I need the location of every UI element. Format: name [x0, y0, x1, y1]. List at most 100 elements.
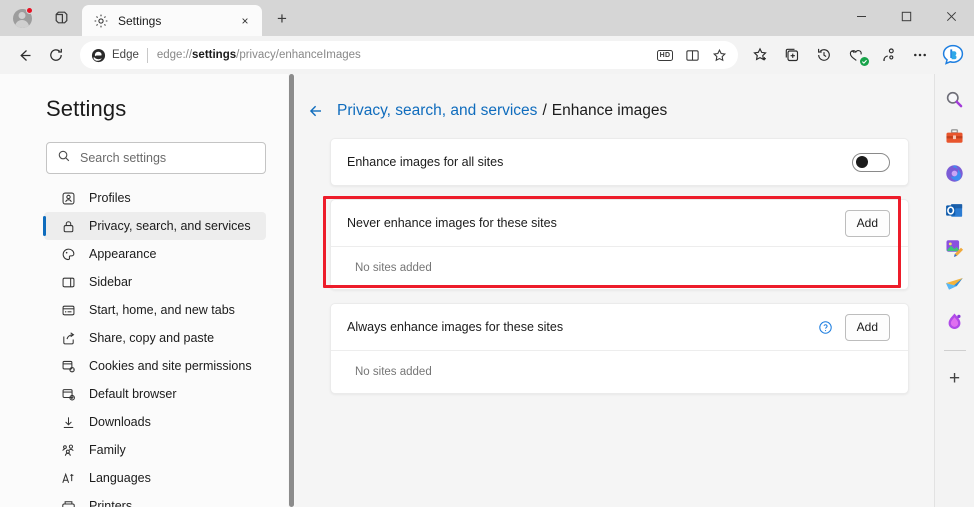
settings-more-icon[interactable]: [904, 40, 936, 70]
profile-button[interactable]: [0, 0, 44, 36]
tab-actions-icon[interactable]: [44, 0, 78, 36]
url-text: edge://settings/privacy/enhanceImages: [157, 49, 648, 61]
settings-content: Privacy, search, and services / Enhance …: [295, 74, 934, 507]
edge-logo-icon: [91, 48, 106, 63]
card-label: Enhance images for all sites: [347, 155, 504, 169]
card-enhance-all-sites: Enhance images for all sites: [330, 138, 909, 186]
new-tab-button[interactable]: +: [267, 4, 297, 34]
help-circle-icon[interactable]: [818, 320, 833, 335]
sidebar-item-label: Profiles: [89, 191, 131, 205]
languages-icon: [60, 470, 77, 487]
url-bold: settings: [192, 49, 237, 61]
share-profile-icon[interactable]: [872, 40, 904, 70]
back-icon[interactable]: [8, 40, 40, 70]
browser-tabs-add-icon[interactable]: [776, 40, 808, 70]
empty-state-text: No sites added: [331, 350, 908, 393]
empty-state-text: No sites added: [331, 246, 908, 289]
hd-icon[interactable]: HD: [652, 43, 678, 67]
printer-icon: [60, 498, 77, 507]
sidebar-item-privacy-search-services[interactable]: Privacy, search, and services: [43, 212, 266, 240]
sidebar-item-profiles[interactable]: Profiles: [44, 184, 266, 212]
card-label: Never enhance images for these sites: [347, 216, 557, 230]
drop-icon[interactable]: [942, 308, 968, 334]
favorite-star-icon[interactable]: [706, 43, 732, 67]
address-bar-actions: HD: [652, 43, 732, 67]
image-designer-icon[interactable]: [942, 234, 968, 260]
settings-nav-list: Profiles Privacy, search, and services A…: [0, 184, 288, 507]
copilot-icon[interactable]: [936, 40, 970, 70]
sidebar-item-printers[interactable]: Printers: [44, 492, 266, 507]
family-icon: [60, 442, 77, 459]
search-input[interactable]: [80, 151, 255, 165]
breadcrumb: Privacy, search, and services / Enhance …: [295, 102, 934, 120]
hd-badge-label: HD: [656, 49, 674, 61]
settings-cards: Enhance images for all sites Never enhan…: [295, 138, 934, 394]
browser-toolbar: Edge edge://settings/privacy/enhanceImag…: [0, 36, 974, 74]
breadcrumb-current: Enhance images: [551, 102, 668, 119]
edge-label: Edge: [112, 49, 139, 61]
sidebar-item-share-copy-paste[interactable]: Share, copy and paste: [44, 324, 266, 352]
card-header-row: Never enhance images for these sites Add: [331, 200, 908, 246]
search-settings-box[interactable]: [46, 142, 266, 174]
enhance-images-toggle[interactable]: [852, 152, 890, 172]
window-controls: [839, 0, 974, 33]
cookies-icon: [60, 358, 77, 375]
sidebar-item-sidebar[interactable]: Sidebar: [44, 268, 266, 296]
sidebar-item-label: Share, copy and paste: [89, 331, 215, 345]
sidebar-item-label: Cookies and site permissions: [89, 359, 252, 373]
tab-title: Settings: [118, 13, 162, 28]
toggle-knob: [856, 156, 868, 168]
url-suffix: /privacy/enhanceImages: [236, 49, 361, 61]
sidebar-item-appearance[interactable]: Appearance: [44, 240, 266, 268]
add-never-enhance-button[interactable]: Add: [844, 209, 890, 237]
sidebar-item-languages[interactable]: Languages: [44, 464, 266, 492]
refresh-icon[interactable]: [40, 40, 72, 70]
sidebar-item-cookies-site-permissions[interactable]: Cookies and site permissions: [44, 352, 266, 380]
search-icon[interactable]: [942, 86, 968, 112]
sidebar-item-downloads[interactable]: Downloads: [44, 408, 266, 436]
games-icon[interactable]: [942, 271, 968, 297]
sidebar-item-label: Default browser: [89, 387, 177, 401]
sidebar-item-start-home-new-tabs[interactable]: Start, home, and new tabs: [44, 296, 266, 324]
tools-icon[interactable]: [942, 123, 968, 149]
split-screen-icon[interactable]: [679, 43, 705, 67]
sidebar-item-label: Privacy, search, and services: [89, 219, 251, 233]
sidebar-item-label: Family: [89, 443, 126, 457]
page-scrollbar[interactable]: [288, 74, 295, 507]
gear-icon: [93, 13, 109, 29]
sidebar-item-label: Sidebar: [89, 275, 133, 289]
sidebar-icon: [60, 274, 77, 291]
scrollbar-thumb[interactable]: [289, 74, 294, 507]
outlook-icon[interactable]: [942, 197, 968, 223]
add-always-enhance-button[interactable]: Add: [844, 313, 890, 341]
collections-add-icon[interactable]: [744, 40, 776, 70]
history-icon[interactable]: [808, 40, 840, 70]
breadcrumb-parent-link[interactable]: Privacy, search, and services: [337, 102, 537, 120]
maximize-icon[interactable]: [884, 0, 929, 33]
sidebar-item-label: Appearance: [89, 247, 157, 261]
add-sidebar-app-button[interactable]: +: [942, 365, 968, 391]
palette-icon: [60, 246, 77, 263]
minimize-icon[interactable]: [839, 0, 884, 33]
sidebar-item-default-browser[interactable]: Default browser: [44, 380, 266, 408]
sidebar-item-label: Languages: [89, 471, 151, 485]
url-prefix: edge://: [156, 49, 193, 61]
notification-dot-icon: [26, 7, 33, 14]
back-arrow-icon[interactable]: [307, 102, 325, 120]
address-bar[interactable]: Edge edge://settings/privacy/enhanceImag…: [80, 41, 738, 69]
default-browser-icon: [60, 386, 77, 403]
breadcrumb-separator: /: [542, 102, 547, 119]
close-icon[interactable]: ×: [236, 12, 254, 30]
profiles-icon: [60, 190, 77, 207]
sidebar-item-label: Downloads: [89, 415, 151, 429]
card-label: Always enhance images for these sites: [347, 320, 564, 334]
sidebar-item-family[interactable]: Family: [44, 436, 266, 464]
browser-essentials-icon[interactable]: [840, 40, 872, 70]
tab-settings[interactable]: Settings ×: [82, 5, 262, 36]
microsoft365-icon[interactable]: [942, 160, 968, 186]
share-icon: [60, 330, 77, 347]
toolbar-right-actions: [744, 40, 974, 70]
close-window-icon[interactable]: [929, 0, 974, 33]
page-title: Settings: [46, 96, 127, 121]
card-header-row: Always enhance images for these sites Ad…: [331, 304, 908, 350]
